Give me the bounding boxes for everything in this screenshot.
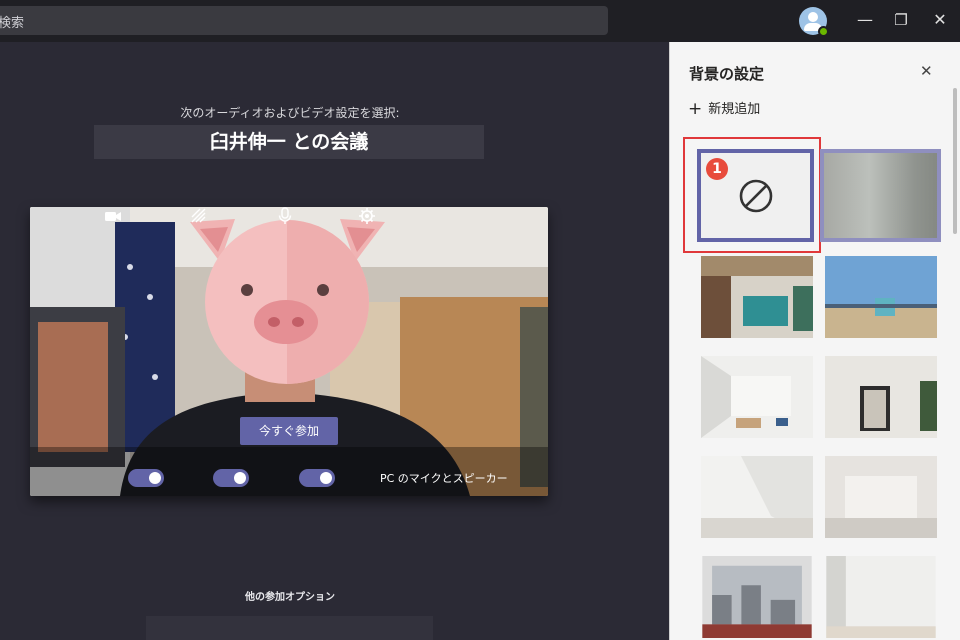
mic-toggle[interactable]	[299, 469, 335, 487]
city-background-tile[interactable]	[701, 556, 813, 638]
room-background-tile-2[interactable]	[825, 356, 937, 438]
blur-toggle[interactable]	[213, 469, 249, 487]
other-join-options-bar[interactable]	[146, 616, 433, 640]
add-new-background-button[interactable]: + 新規追加	[688, 98, 760, 119]
title-bar: 検索 — ❐ ✕	[0, 0, 960, 42]
background-settings-panel: 背景の設定 ✕ + 新規追加 1	[669, 42, 960, 640]
loft-background-tile-2[interactable]	[825, 456, 937, 538]
device-settings-label[interactable]: PC のマイクとスピーカー	[380, 470, 508, 486]
maximize-button[interactable]: ❐	[890, 9, 912, 31]
meeting-title: 臼井伸一 との会議	[209, 131, 369, 153]
step-number-badge: 1	[706, 158, 728, 180]
status-badge	[818, 26, 829, 37]
join-now-button[interactable]: 今すぐ参加	[240, 417, 338, 445]
panel-scrollbar[interactable]	[953, 88, 957, 234]
avatar[interactable]	[799, 7, 829, 37]
video-preview: 今すぐ参加 PC のマイクとスピーカー	[30, 207, 548, 496]
camera-toggle[interactable]	[128, 469, 164, 487]
add-new-label: 新規追加	[708, 102, 761, 117]
prejoin-area: 次のオーディオおよびビデオ設定を選択: 臼井伸一 との会議 今すぐ参加 PC の…	[0, 42, 669, 640]
close-window-button[interactable]: ✕	[929, 9, 951, 31]
beach-background-tile[interactable]	[825, 256, 937, 338]
panel-title: 背景の設定	[689, 65, 765, 83]
background-blur-icon	[191, 208, 206, 223]
close-panel-button[interactable]: ✕	[920, 62, 933, 80]
camera-icon	[105, 212, 121, 221]
prejoin-subtitle: 次のオーディオおよびビデオ設定を選択:	[180, 106, 400, 120]
search-placeholder: 検索	[0, 16, 25, 31]
loft-background-tile-1[interactable]	[701, 456, 813, 538]
other-join-options-label: 他の参加オプション	[245, 592, 335, 603]
meeting-title-box: 臼井伸一 との会議	[94, 125, 484, 159]
search-input[interactable]: 検索	[0, 6, 608, 35]
blur-background-tile[interactable]	[820, 149, 941, 242]
avatar-head	[808, 12, 818, 22]
microphone-icon	[278, 207, 292, 224]
office-background-tile[interactable]	[701, 256, 813, 338]
video-preview-image	[30, 207, 548, 496]
minimize-button[interactable]: —	[854, 9, 876, 31]
white-room-background-tile[interactable]	[825, 556, 937, 638]
room-background-tile-1[interactable]	[701, 356, 813, 438]
plus-icon: +	[688, 99, 703, 119]
gear-icon[interactable]	[358, 207, 376, 225]
